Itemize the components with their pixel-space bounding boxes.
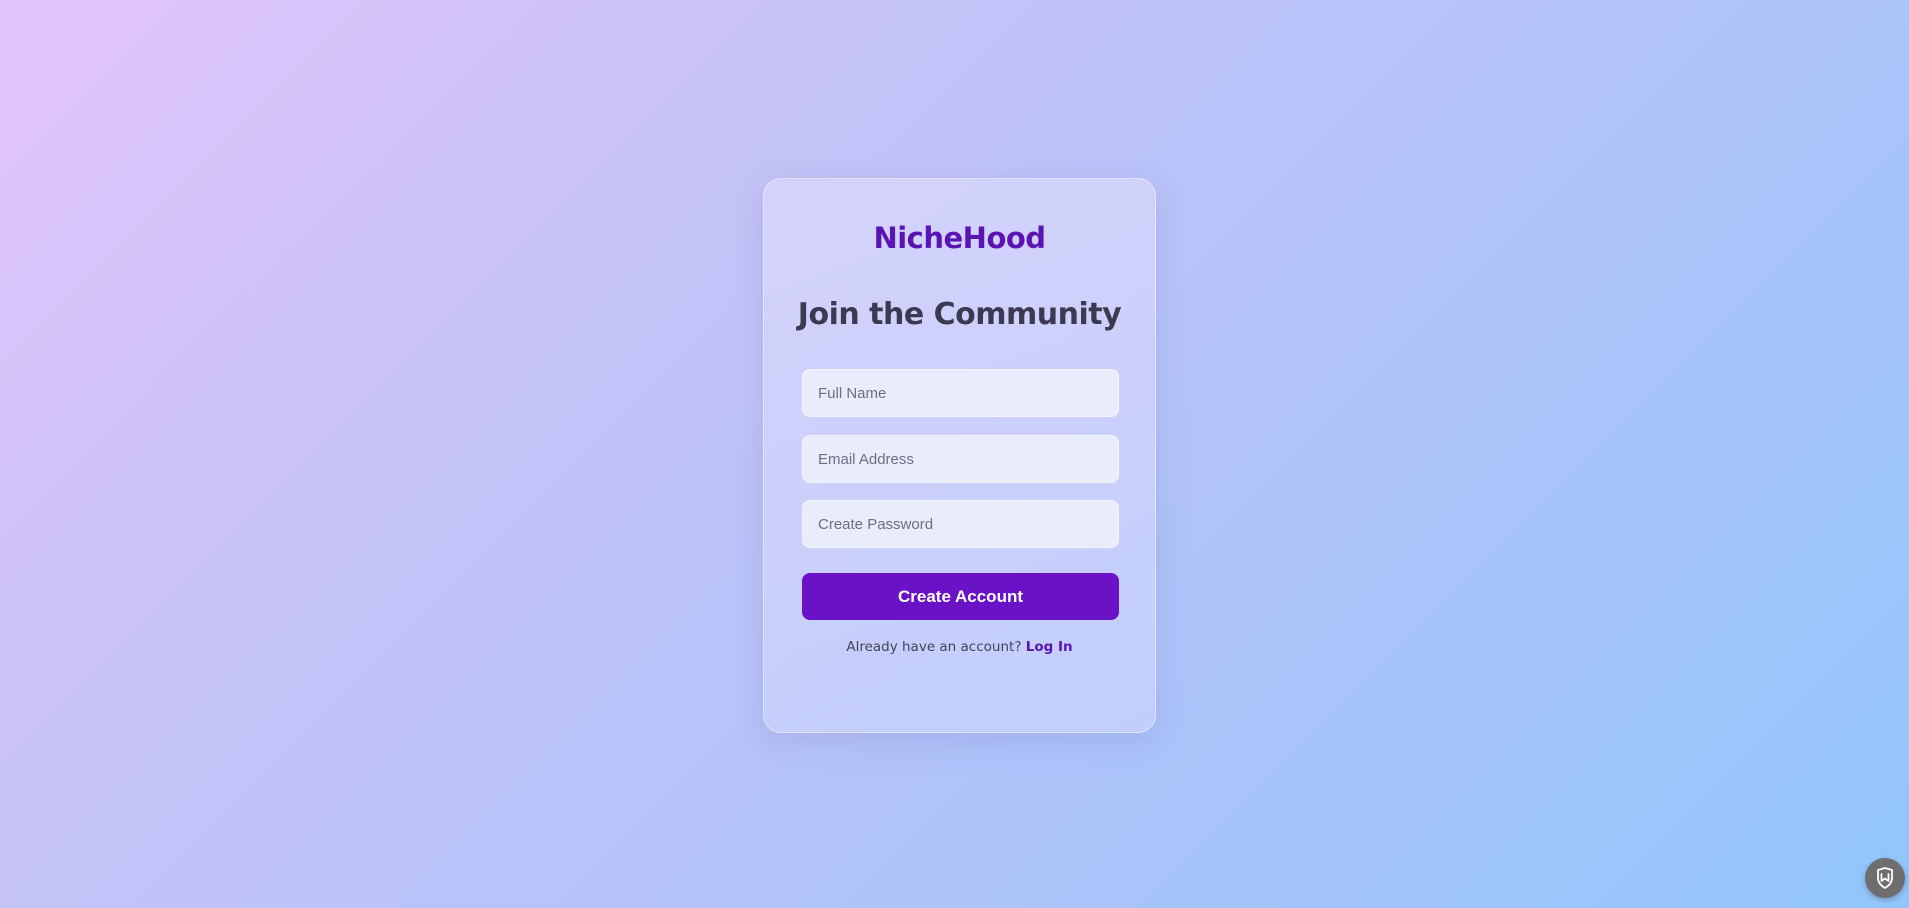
brand-logo-text: NicheHood bbox=[873, 221, 1046, 255]
login-link[interactable]: Log In bbox=[1026, 639, 1073, 655]
email-input[interactable] bbox=[802, 435, 1119, 483]
page-title: Join the Community bbox=[797, 297, 1122, 332]
shield-logo-icon bbox=[1877, 867, 1893, 889]
signup-card: NicheHood Join the Community Create Acco… bbox=[763, 178, 1156, 733]
login-prompt-text: Already have an account? bbox=[846, 639, 1022, 655]
create-account-button[interactable]: Create Account bbox=[802, 573, 1119, 620]
login-prompt-line: Already have an account? Log In bbox=[764, 639, 1155, 655]
password-input[interactable] bbox=[802, 500, 1119, 548]
corner-badge-button[interactable] bbox=[1865, 858, 1905, 898]
full-name-input[interactable] bbox=[802, 369, 1119, 417]
